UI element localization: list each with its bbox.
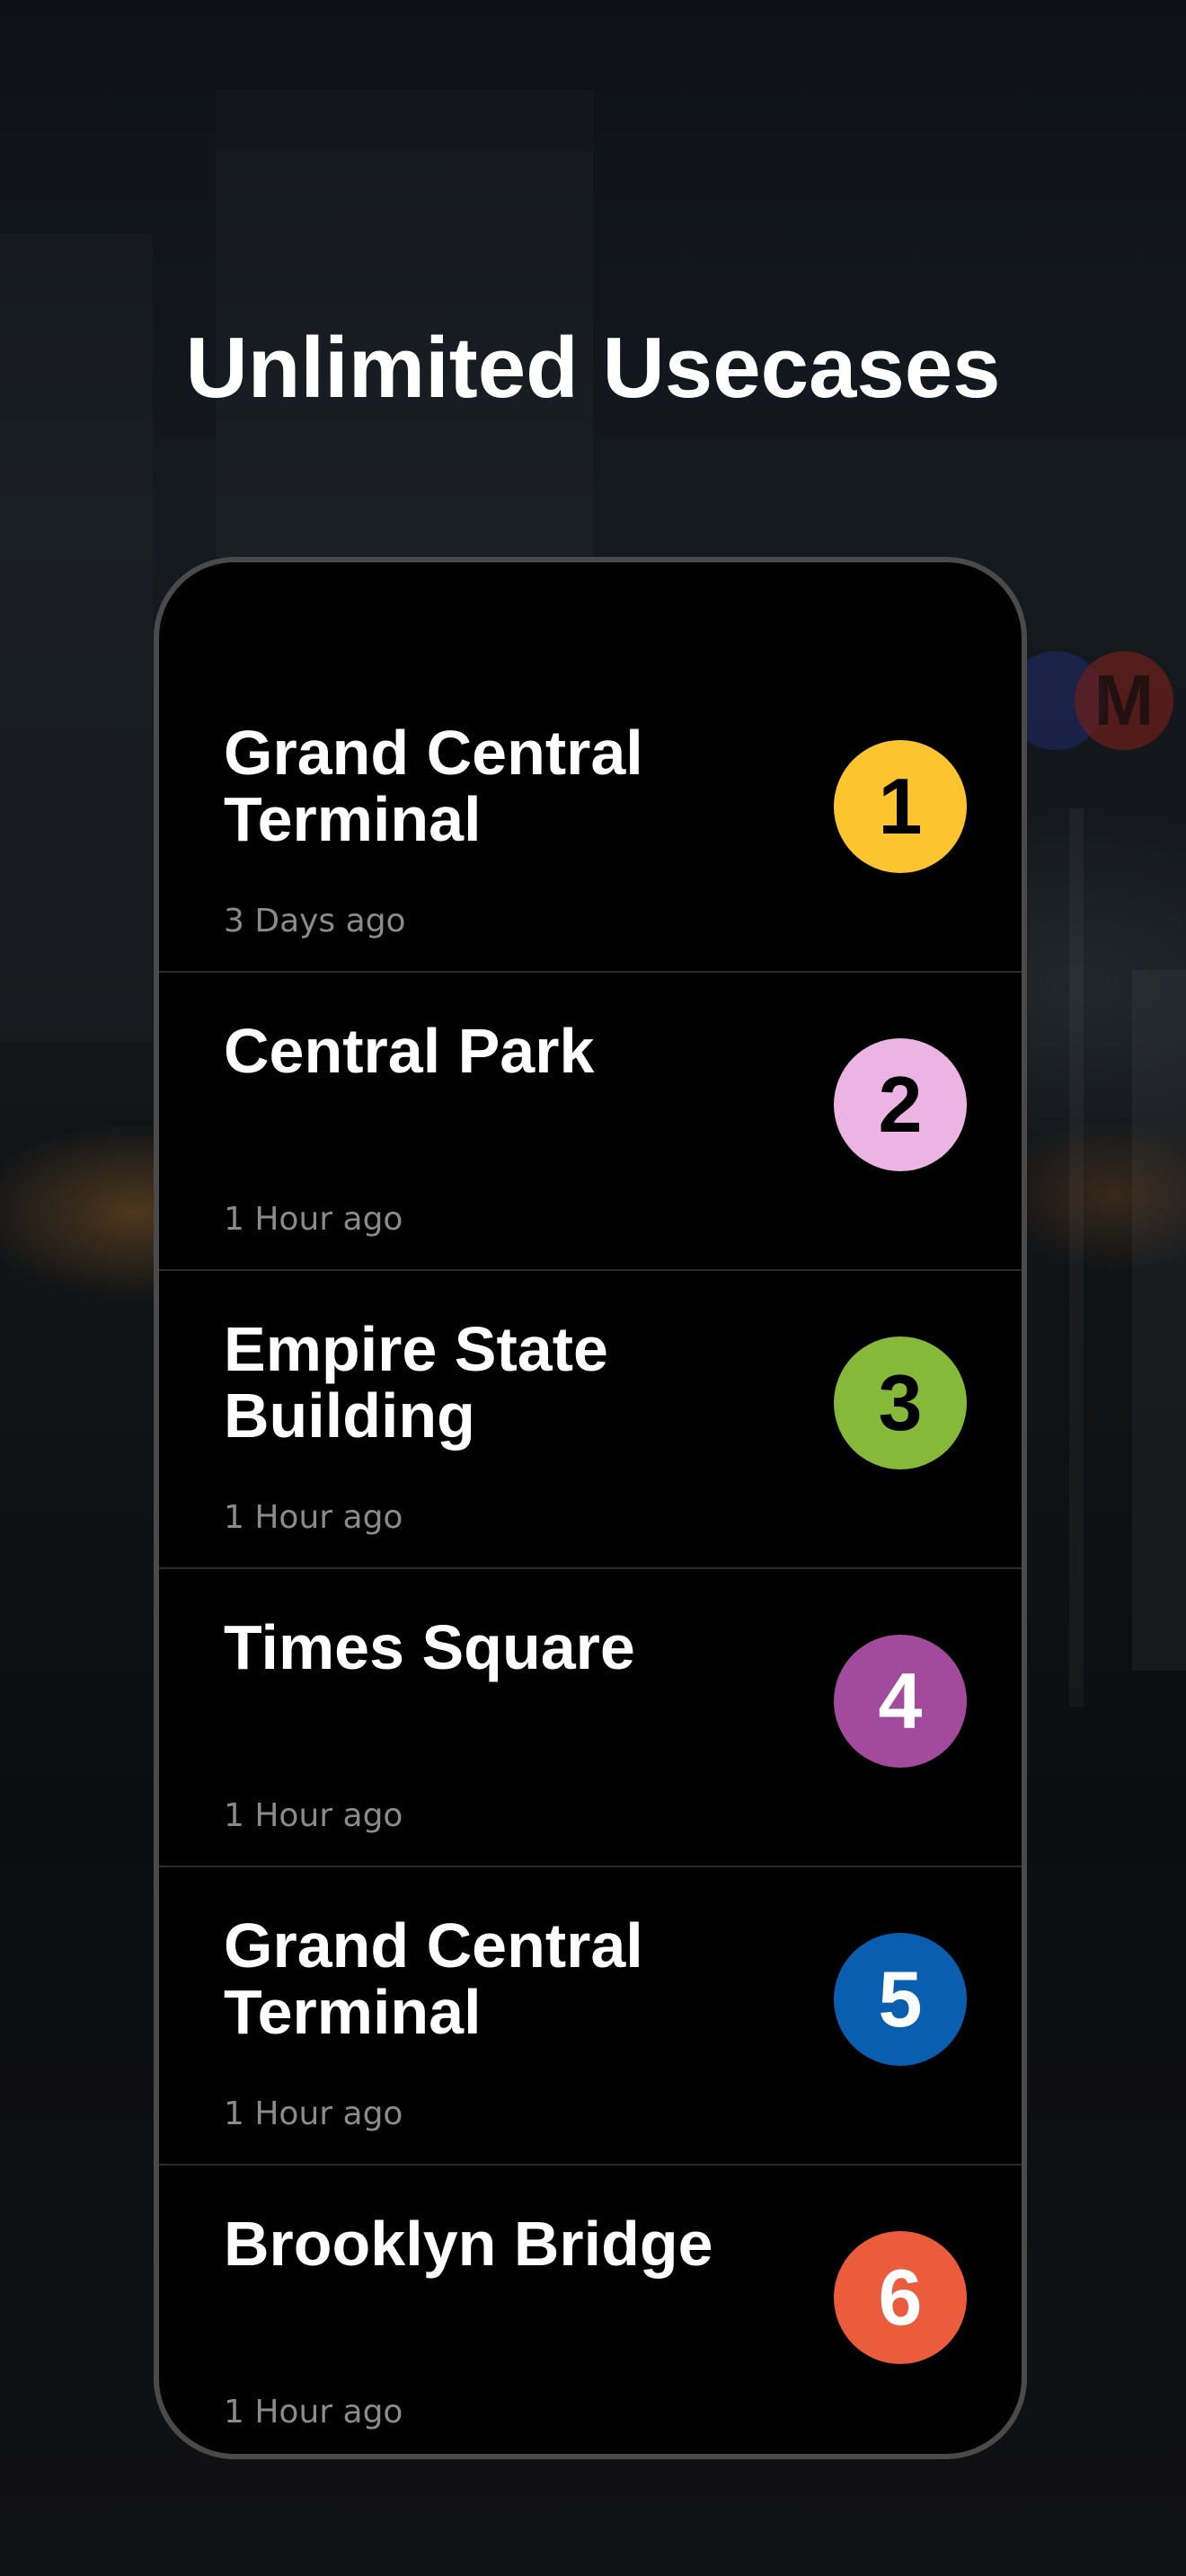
list-item[interactable]: Grand Central Terminal 3 Days ago 1 xyxy=(159,675,1022,973)
background-pillar xyxy=(1069,808,1084,1707)
line-number-badge: 6 xyxy=(834,2231,967,2364)
phone-frame: Grand Central Terminal 3 Days ago 1 Central… xyxy=(154,557,1027,2459)
line-number-badge: 1 xyxy=(834,740,967,873)
list-item[interactable]: Times Square 1 Hour ago 4 xyxy=(159,1569,1022,1867)
background-pillar xyxy=(1132,970,1186,1671)
item-title: Central Park xyxy=(224,1016,595,1086)
item-timestamp: 1 Hour ago xyxy=(224,2394,403,2430)
item-title: Grand Central Terminal xyxy=(224,718,643,854)
page-title: Unlimited Usecases xyxy=(185,320,1001,416)
list-item[interactable]: Empire State Building 1 Hour ago 3 xyxy=(159,1271,1022,1569)
line-number-badge: 4 xyxy=(834,1635,967,1768)
item-timestamp: 1 Hour ago xyxy=(224,1201,403,1238)
item-title: Brooklyn Bridge xyxy=(224,2209,713,2279)
item-timestamp: 3 Days ago xyxy=(224,903,406,940)
item-timestamp: 1 Hour ago xyxy=(224,2095,403,2132)
line-number-badge: 2 xyxy=(834,1038,967,1171)
line-number-badge: 5 xyxy=(834,1933,967,2066)
subway-sign-m-icon: M xyxy=(1075,651,1173,750)
station-list: Grand Central Terminal 3 Days ago 1 Central… xyxy=(159,675,1022,2454)
item-title: Empire State Building xyxy=(224,1314,608,1451)
list-item[interactable]: Grand Central Terminal 1 Hour ago 5 xyxy=(159,1867,1022,2166)
item-timestamp: 1 Hour ago xyxy=(224,1499,403,1536)
item-title: Times Square xyxy=(224,1612,635,1682)
list-item[interactable]: Brooklyn Bridge 1 Hour ago 6 xyxy=(159,2166,1022,2454)
item-title: Grand Central Terminal xyxy=(224,1910,643,2047)
item-timestamp: 1 Hour ago xyxy=(224,1797,403,1834)
line-number-badge: 3 xyxy=(834,1337,967,1469)
list-item[interactable]: Central Park 1 Hour ago 2 xyxy=(159,973,1022,1271)
